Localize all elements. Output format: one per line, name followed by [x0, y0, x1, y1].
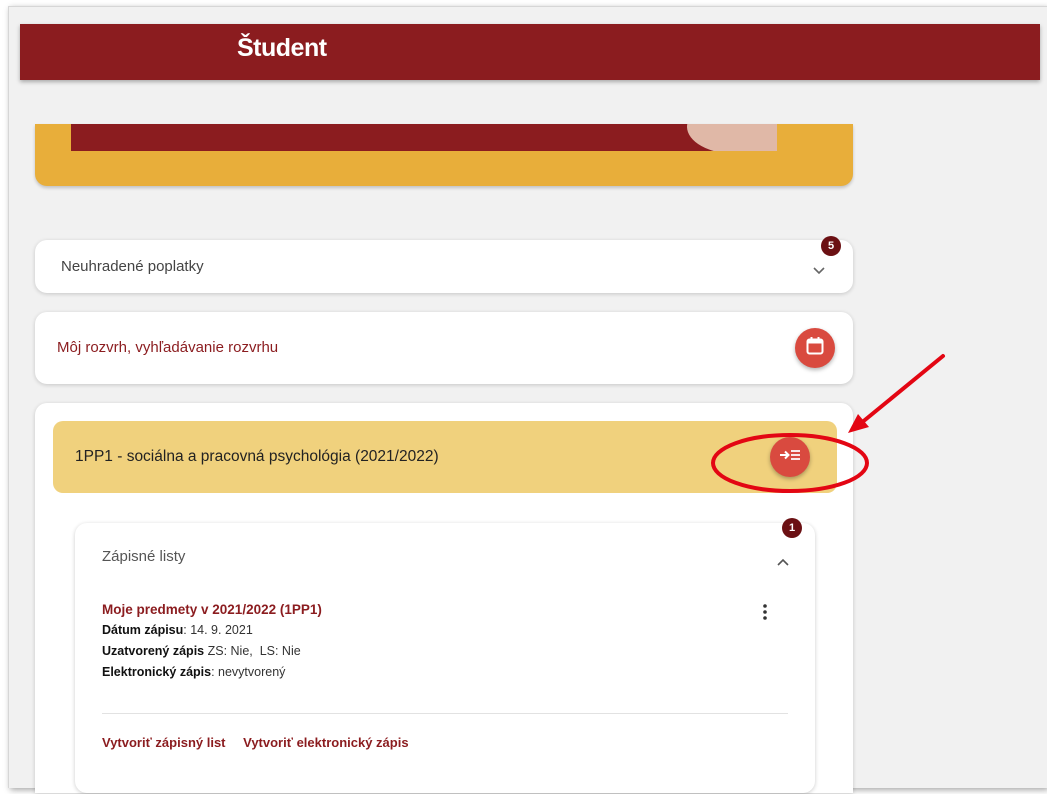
- kebab-menu-icon[interactable]: [762, 603, 768, 621]
- dashboard-banner: [35, 124, 853, 186]
- enrollment-date-value: : 14. 9. 2021: [183, 623, 253, 637]
- create-electronic-enrollment-link[interactable]: Vytvoriť elektronický zápis: [243, 735, 408, 750]
- banner-image: [71, 124, 777, 151]
- enrollment-electronic-value: : nevytvorený: [211, 665, 286, 679]
- fees-panel[interactable]: Neuhradené poplatky: [35, 240, 853, 293]
- enrollment-electronic-row: Elektronický zápis: nevytvorený: [102, 662, 322, 683]
- enrollment-panel: Zápisné listy Moje predmety v 2021/2022 …: [75, 523, 815, 793]
- enrollment-electronic-label: Elektronický zápis: [102, 665, 212, 679]
- study-program-header[interactable]: 1PP1 - sociálna a pracovná psychológia (…: [53, 421, 837, 493]
- schedule-button[interactable]: [795, 328, 835, 368]
- divider: [102, 713, 788, 714]
- page-title: Študent: [237, 34, 327, 62]
- fees-count-badge: 5: [821, 236, 841, 256]
- chevron-down-icon[interactable]: [813, 262, 825, 278]
- schedule-panel[interactable]: Môj rozvrh, vyhľadávanie rozvrhu: [35, 312, 853, 384]
- enrollment-sheet: Moje predmety v 2021/2022 (1PP1) Dátum z…: [102, 599, 322, 683]
- fees-panel-label: Neuhradené poplatky: [61, 258, 204, 275]
- enrollment-closed-row: Uzatvorený zápis ZS: Nie, LS: Nie: [102, 641, 322, 662]
- top-app-bar: Študent: [20, 24, 1040, 80]
- enrollment-actions: Vytvoriť zápisný list Vytvoriť elektroni…: [102, 735, 423, 750]
- enrollment-panel-title[interactable]: Zápisné listy: [102, 548, 185, 565]
- schedule-link[interactable]: Môj rozvrh, vyhľadávanie rozvrhu: [57, 339, 278, 356]
- chevron-up-icon[interactable]: [777, 553, 789, 569]
- banner-decoration: [687, 124, 777, 151]
- study-panel: 1PP1 - sociálna a pracovná psychológia (…: [35, 403, 853, 793]
- enrollment-date-label: Dátum zápisu: [102, 623, 184, 637]
- study-enter-button[interactable]: [770, 437, 810, 477]
- enrollment-closed-label: Uzatvorený zápis: [102, 644, 205, 658]
- enter-list-icon: [779, 447, 801, 468]
- enrollment-closed-value: ZS: Nie, LS: Nie: [204, 644, 301, 658]
- study-program-label: 1PP1 - sociálna a pracovná psychológia (…: [75, 448, 439, 465]
- create-enrollment-sheet-link[interactable]: Vytvoriť zápisný list: [102, 735, 226, 750]
- enrollment-count-badge: 1: [782, 518, 802, 538]
- enrollment-date-row: Dátum zápisu: 14. 9. 2021: [102, 620, 322, 641]
- enrollment-sheet-title[interactable]: Moje predmety v 2021/2022 (1PP1): [102, 599, 322, 620]
- calendar-icon: [805, 336, 825, 361]
